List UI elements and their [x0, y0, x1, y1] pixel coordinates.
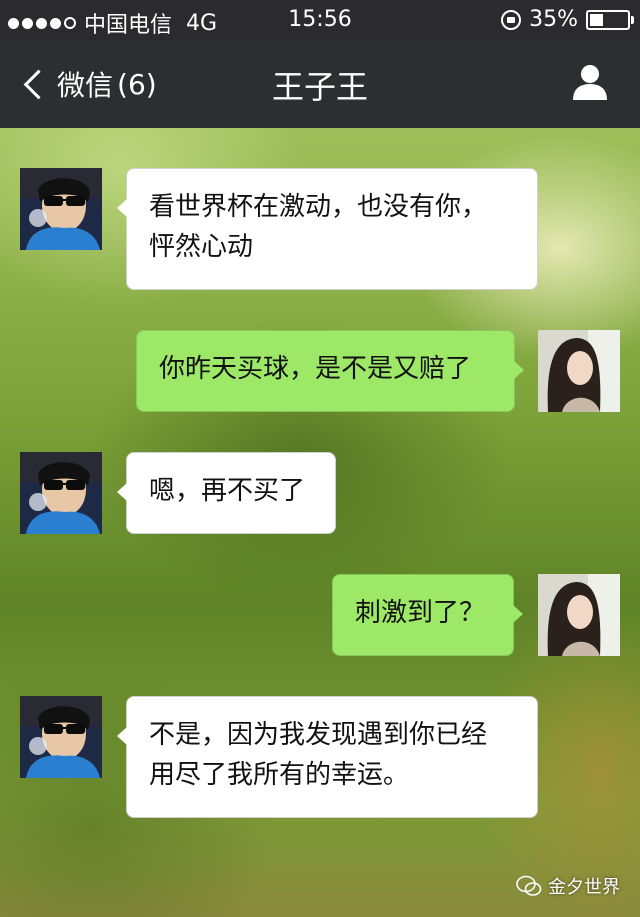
battery-icon	[586, 9, 634, 30]
message-bubble-incoming[interactable]: 看世界杯在激动，也没有你， 怦然心动	[117, 168, 538, 290]
battery-percent: 35%	[529, 7, 578, 32]
user-avatar[interactable]	[538, 574, 620, 656]
rotation-lock-icon	[501, 9, 522, 30]
chat-title: 王子王	[271, 68, 368, 106]
message-text: 刺激到了？	[355, 598, 486, 628]
message-text: 你昨天买球，是不是又赔了	[159, 354, 472, 384]
message-bubble-incoming[interactable]: 不是，因为我发现遇到你已经 用尽了我所有的幸运。	[117, 696, 538, 818]
message-bubble-incoming[interactable]: 嗯，再不买了	[117, 452, 336, 534]
contact-avatar[interactable]	[20, 696, 102, 778]
person-icon[interactable]	[570, 62, 610, 102]
message-text: 怦然心动	[149, 232, 254, 262]
wechat-icon	[516, 875, 542, 896]
contact-avatar[interactable]	[20, 452, 102, 534]
message-bubble-outgoing[interactable]: 刺激到了？	[332, 574, 523, 656]
user-avatar[interactable]	[538, 330, 620, 412]
contact-avatar[interactable]	[20, 168, 102, 250]
watermark: 金夕世界	[516, 873, 620, 899]
chat-header: 微信 (6) 王子王	[0, 40, 640, 128]
message-text: 嗯，再不买了	[149, 476, 306, 506]
message-text: 看世界杯在激动，也没有你，	[149, 192, 488, 222]
message-text: 用尽了我所有的幸运。	[149, 760, 410, 790]
status-bar: 中国电信 4G 15:56 35%	[0, 0, 640, 40]
chat-area[interactable]: 看世界杯在激动，也没有你， 怦然心动 你昨天买球，是不是又赔了 嗯，再不买了 刺…	[0, 128, 640, 917]
message-text: 不是，因为我发现遇到你已经	[149, 720, 488, 750]
watermark-text: 金夕世界	[548, 877, 620, 898]
message-bubble-outgoing[interactable]: 你昨天买球，是不是又赔了	[136, 330, 524, 412]
